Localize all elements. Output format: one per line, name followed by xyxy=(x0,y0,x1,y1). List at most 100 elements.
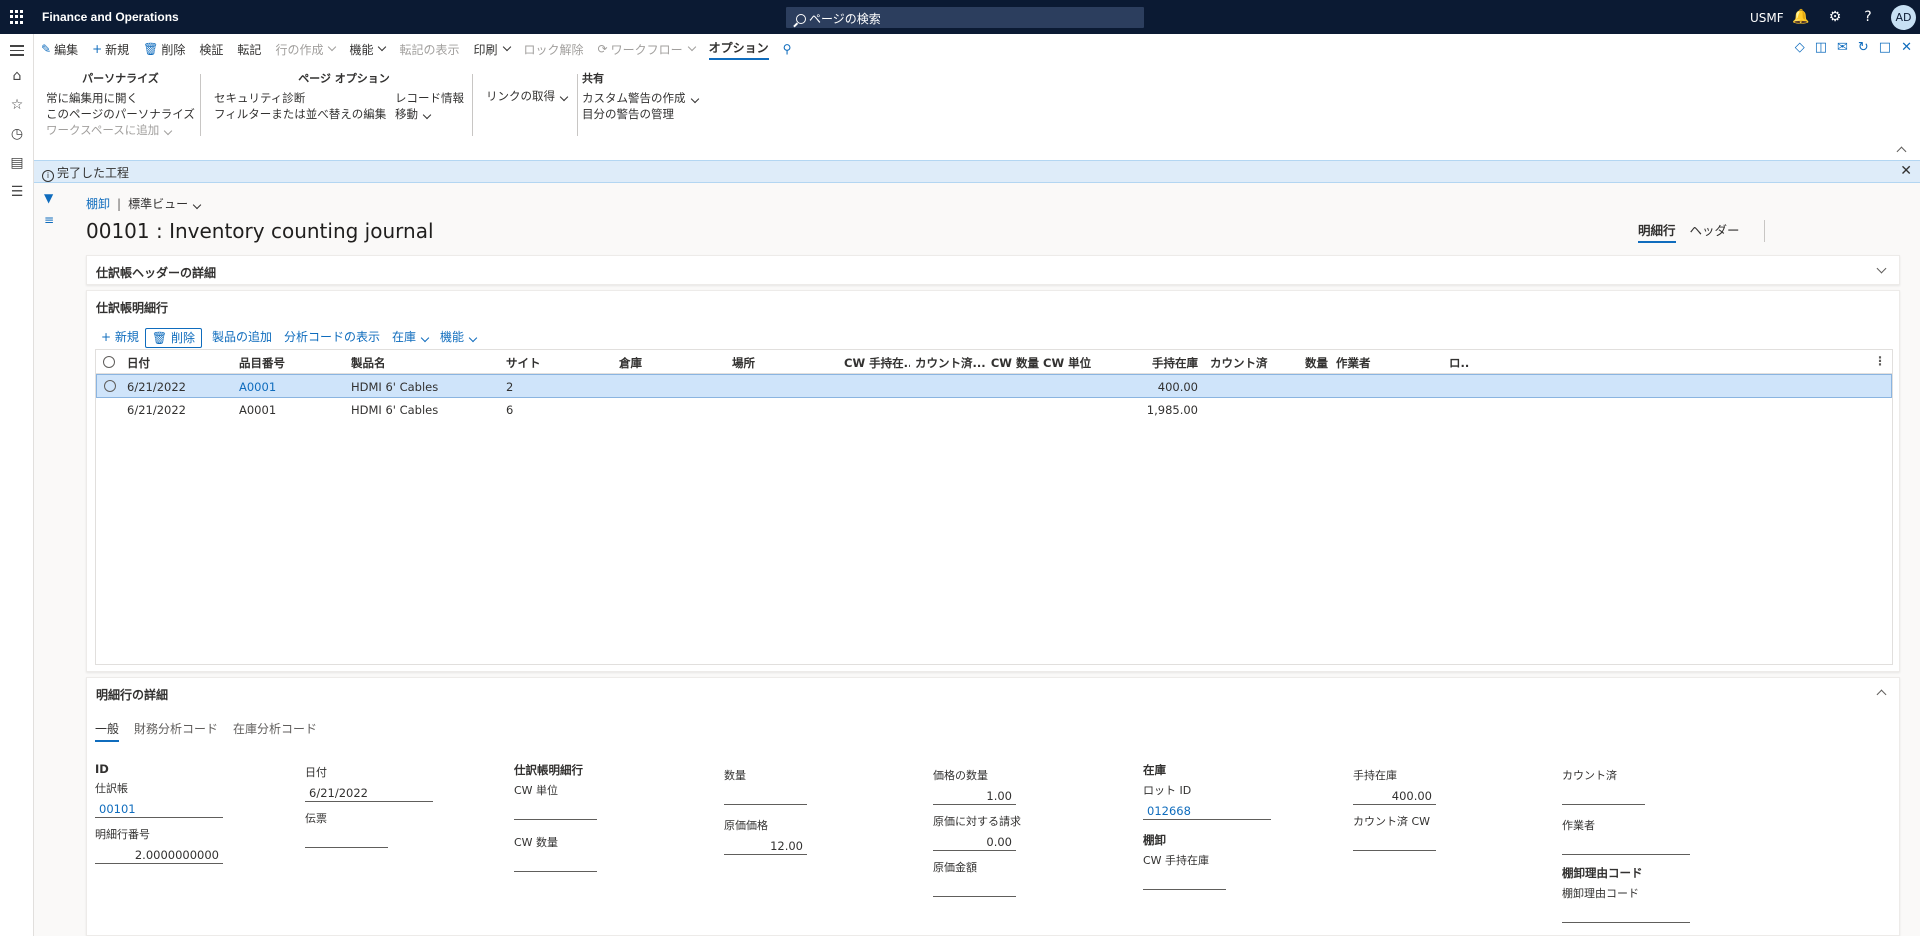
list-icon[interactable]: ≡ xyxy=(44,213,54,227)
row-select-radio[interactable] xyxy=(104,380,116,392)
show-postings-button[interactable]: 転記の表示 xyxy=(392,34,466,64)
col-location[interactable]: 場所 xyxy=(732,355,755,371)
tab-inventory-dimensions[interactable]: 在庫分析コード xyxy=(233,720,317,742)
workspaces-icon[interactable]: ▤ xyxy=(8,154,26,172)
go-to-menu[interactable]: 移動 xyxy=(395,106,464,122)
cell-site[interactable]: 2 xyxy=(506,380,513,394)
col-onhand[interactable]: 手持在庫 xyxy=(1116,355,1198,371)
star-favorites-icon[interactable]: ☆ xyxy=(8,96,26,114)
cell-onhand[interactable]: 400.00 xyxy=(1116,380,1198,394)
view-selector[interactable]: 標準ビュー xyxy=(128,197,202,211)
new-button[interactable]: + 新規 xyxy=(85,34,136,64)
modules-list-icon[interactable]: ☰ xyxy=(8,183,26,201)
display-dimensions-button[interactable]: 分析コードの表示 xyxy=(278,328,386,348)
col-cw-unit[interactable]: CW 単位 xyxy=(1043,355,1091,371)
company-selector[interactable]: USMF xyxy=(1750,11,1784,25)
attachment-icon[interactable]: ✉ xyxy=(1837,40,1848,55)
cell-product-name[interactable]: HDMI 6' Cables xyxy=(351,380,438,394)
delete-button[interactable]: 🗑 削除 xyxy=(136,34,192,64)
cell-date[interactable]: 6/21/2022 xyxy=(127,403,186,417)
col-site[interactable]: サイト xyxy=(506,355,541,371)
create-lines-menu[interactable]: 行の作成 xyxy=(268,34,342,64)
date-field[interactable]: 6/21/2022 xyxy=(305,782,433,802)
cell-date[interactable]: 6/21/2022 xyxy=(127,380,186,394)
cost-price-field[interactable]: 12.00 xyxy=(724,835,807,855)
counted-field[interactable] xyxy=(1562,785,1645,805)
cell-product-name[interactable]: HDMI 6' Cables xyxy=(351,403,438,417)
tab-header[interactable]: ヘッダー xyxy=(1690,220,1740,243)
cw-qty-field[interactable] xyxy=(514,852,597,872)
app-launcher-icon[interactable] xyxy=(10,10,24,24)
edit-filter-sort-item[interactable]: フィルターまたは並べ替えの編集 xyxy=(214,106,386,122)
col-cw-onhand[interactable]: CW 手持在... xyxy=(844,355,910,371)
grid-delete-button[interactable]: 🗑 削除 xyxy=(144,328,202,348)
onhand-field[interactable]: 400.00 xyxy=(1353,785,1436,805)
inventory-menu[interactable]: 在庫 xyxy=(386,328,434,348)
col-worker[interactable]: 作業者 xyxy=(1336,355,1371,371)
refresh-icon[interactable]: ↻ xyxy=(1858,40,1869,55)
charges-field[interactable]: 0.00 xyxy=(933,831,1016,851)
app-title[interactable]: Finance and Operations xyxy=(42,10,179,24)
tab-financial-dimensions[interactable]: 財務分析コード xyxy=(134,720,218,742)
col-counted-cw[interactable]: カウント済... xyxy=(915,355,985,371)
validate-button[interactable]: 検証 xyxy=(192,34,230,64)
add-to-workspace-item[interactable]: ワークスペースに追加 xyxy=(46,122,195,138)
cell-item[interactable]: A0001 xyxy=(239,403,276,417)
quantity-field[interactable] xyxy=(724,785,807,805)
print-menu[interactable]: 印刷 xyxy=(466,34,516,64)
cell-item-link[interactable]: A0001 xyxy=(239,380,276,394)
counted-cw-field[interactable] xyxy=(1353,831,1436,851)
cw-unit-field[interactable] xyxy=(514,800,597,820)
office-icon[interactable]: ◫ xyxy=(1815,40,1827,55)
grid-new-button[interactable]: + 新規 xyxy=(95,328,145,348)
clock-recent-icon[interactable]: ◷ xyxy=(8,125,26,143)
price-qty-field[interactable]: 1.00 xyxy=(933,785,1016,805)
get-link-menu[interactable]: リンクの取得 xyxy=(486,88,569,104)
close-message-icon[interactable]: ✕ xyxy=(1900,163,1912,179)
grid-functions-menu[interactable]: 機能 xyxy=(434,328,482,348)
always-open-edit-item[interactable]: 常に編集用に開く xyxy=(46,90,195,106)
record-info-item[interactable]: レコード情報 xyxy=(395,90,464,106)
avatar[interactable]: AD xyxy=(1891,5,1916,30)
personalize-page-item[interactable]: このページのパーソナライズ xyxy=(46,106,195,122)
page-search-input[interactable]: ページの検索 xyxy=(786,7,1144,28)
voucher-field[interactable] xyxy=(305,828,388,848)
col-quantity[interactable]: 数量 xyxy=(1266,355,1328,371)
lot-id-field[interactable]: 012668 xyxy=(1143,800,1271,820)
functions-menu[interactable]: 機能 xyxy=(342,34,392,64)
journal-field[interactable]: 00101 xyxy=(95,798,223,818)
col-product-name[interactable]: 製品名 xyxy=(351,355,386,371)
counting-reason-field[interactable] xyxy=(1562,903,1690,923)
hamburger-menu-icon[interactable] xyxy=(10,45,24,59)
cw-onhand-field[interactable] xyxy=(1143,870,1226,890)
col-counted[interactable]: カウント済 xyxy=(1210,355,1268,371)
worker-field[interactable] xyxy=(1562,835,1690,855)
table-row[interactable]: 6/21/2022 A0001 HDMI 6' Cables 2 400.00 xyxy=(96,374,1892,398)
col-date[interactable]: 日付 xyxy=(127,355,150,371)
security-diagnostics-item[interactable]: セキュリティ診断 xyxy=(214,90,386,106)
manage-my-alerts-item[interactable]: 目分の警告の管理 xyxy=(582,106,698,122)
diamond-icon[interactable]: ◇ xyxy=(1795,40,1805,55)
workflow-menu[interactable]: ⟳ ワークフロー xyxy=(591,34,702,64)
help-icon[interactable]: ? xyxy=(1859,8,1877,26)
edit-button[interactable]: ✎ 編集 xyxy=(34,34,85,64)
tab-lines[interactable]: 明細行 xyxy=(1638,220,1676,243)
create-custom-alert-menu[interactable]: カスタム警告の作成 xyxy=(582,90,699,106)
col-cw-qty[interactable]: CW 数量 xyxy=(989,355,1039,371)
journal-header-details-fasttab[interactable]: 仕訳帳ヘッダーの詳細 xyxy=(86,255,1900,285)
gear-icon[interactable]: ⚙ xyxy=(1826,8,1844,26)
post-button[interactable]: 転記 xyxy=(230,34,268,64)
fasttab-title[interactable]: 明細行の詳細 xyxy=(87,678,1899,708)
tab-general[interactable]: 一般 xyxy=(95,720,120,742)
action-search-icon[interactable]: ⚲ xyxy=(776,34,802,64)
cost-amount-field[interactable] xyxy=(933,877,1016,897)
add-products-button[interactable]: 製品の追加 xyxy=(206,328,278,348)
unlock-button[interactable]: ロック解除 xyxy=(517,34,591,64)
bell-icon[interactable]: 🔔 xyxy=(1792,8,1810,26)
cell-onhand[interactable]: 1,985.00 xyxy=(1116,403,1198,417)
cell-site[interactable]: 6 xyxy=(506,403,513,417)
line-number-field[interactable]: 2.0000000000 xyxy=(95,844,223,864)
more-options-icon[interactable]: ⋮ xyxy=(1874,354,1886,368)
col-warehouse[interactable]: 倉庫 xyxy=(619,355,642,371)
table-row[interactable]: 6/21/2022 A0001 HDMI 6' Cables 6 1,985.0… xyxy=(96,398,1892,422)
